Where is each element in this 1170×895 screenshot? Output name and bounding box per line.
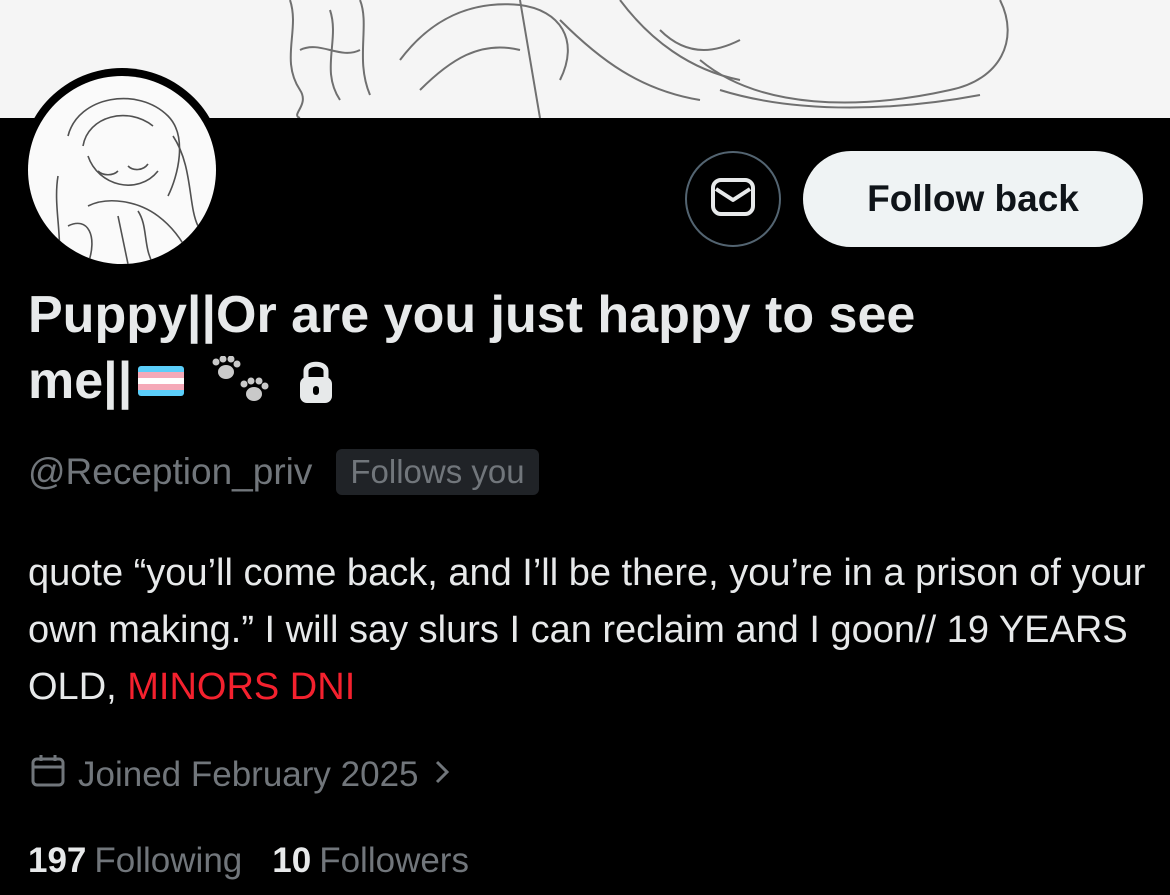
followers-stat[interactable]: 10 Followers xyxy=(272,841,469,881)
display-name: Puppy||Or are you just happy to see me|| xyxy=(28,282,1138,414)
following-label: Following xyxy=(94,841,243,880)
followers-label: Followers xyxy=(319,841,469,880)
joined-date-row[interactable]: Joined February 2025 xyxy=(30,750,451,800)
display-name-line2: me|| xyxy=(28,352,133,410)
follows-you-badge: Follows you xyxy=(336,449,539,495)
chevron-right-icon xyxy=(433,755,451,795)
bio-highlight: MINORS DNI xyxy=(127,666,356,708)
envelope-icon xyxy=(710,177,756,222)
calendar-icon xyxy=(30,753,66,798)
message-button[interactable] xyxy=(685,151,781,247)
follow-back-label: Follow back xyxy=(867,178,1079,219)
follow-stats: 197 Following 10 Followers xyxy=(28,836,469,886)
handle-row: @Reception_priv Follows you xyxy=(28,446,539,498)
followers-count: 10 xyxy=(272,841,312,880)
following-count: 197 xyxy=(28,841,87,880)
following-stat[interactable]: 197 Following xyxy=(28,841,242,881)
paw-prints-icon xyxy=(206,355,276,406)
transgender-flag-icon xyxy=(138,366,185,396)
profile-handle: @Reception_priv xyxy=(28,451,313,492)
profile-avatar[interactable] xyxy=(20,68,224,272)
profile-bio: quote “you’ll come back, and I’ll be the… xyxy=(28,545,1148,716)
display-name-line1: Puppy||Or are you just happy to see xyxy=(28,286,916,344)
follow-back-button[interactable]: Follow back xyxy=(803,151,1143,247)
lock-icon xyxy=(294,356,338,406)
joined-text: Joined February 2025 xyxy=(78,755,419,794)
